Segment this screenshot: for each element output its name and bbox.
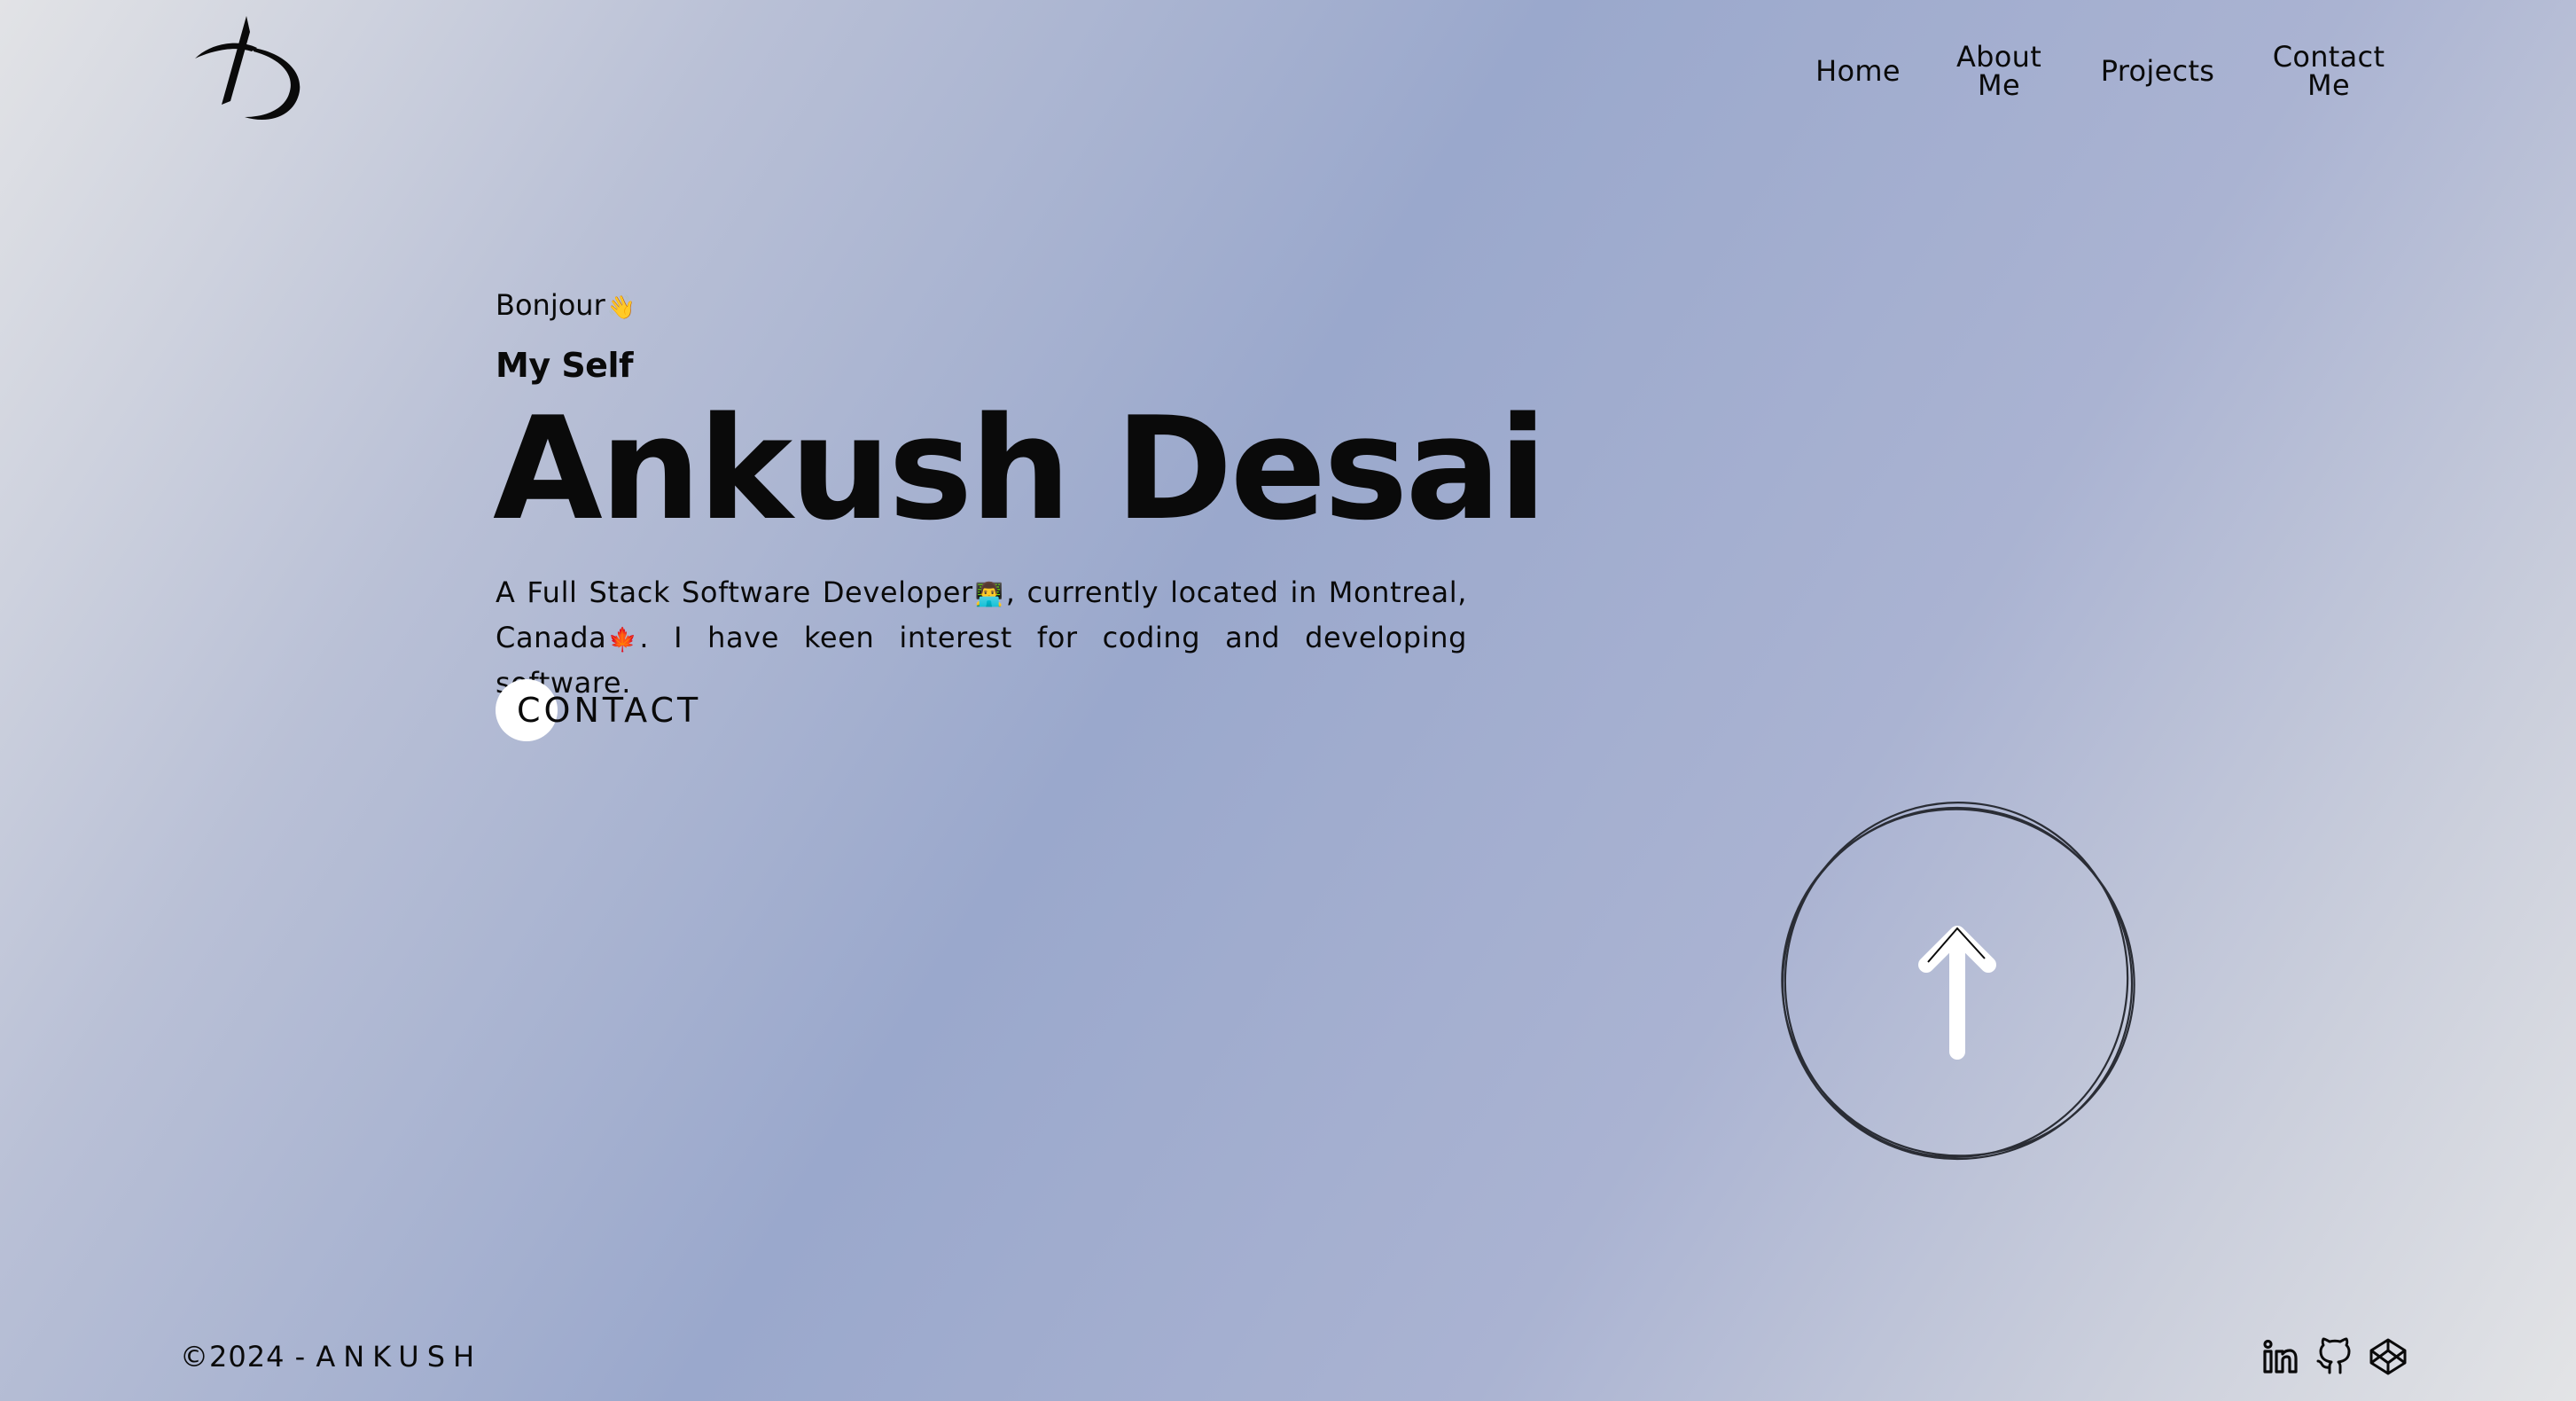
hero-subtitle: My Self [496,346,634,385]
nav-link-projects[interactable]: Projects [2097,57,2218,85]
developer-icon: 👨‍💻 [974,582,1004,608]
contact-button-label: CONTACT [517,691,702,730]
hero-name: Ankush Desai [493,386,1547,552]
arrow-up-icon [1918,926,1996,1060]
footer-brand: ANKUSH [316,1340,483,1374]
logo-icon[interactable] [177,12,307,124]
nav-link-contact-me[interactable]: Contact Me [2266,43,2392,99]
nav-link-about-me[interactable]: About Me [1947,43,2051,99]
github-icon[interactable] [2315,1337,2354,1376]
maple-leaf-icon: 🍁 [608,627,638,654]
nav-link-home[interactable]: Home [1815,57,1901,85]
contact-button[interactable]: CONTACT [496,679,701,741]
waving-hand-icon: 👋 [606,294,636,321]
greeting-label: Bonjour [496,288,605,322]
codepen-icon[interactable] [2369,1337,2408,1376]
footer-copyright: ©2024 - ANKUSH [180,1339,482,1374]
scroll-to-top-button[interactable] [1776,801,2139,1164]
bio-text-1: A Full Stack Software Developer [496,575,973,609]
copyright-text: ©2024 - [180,1340,316,1374]
linkedin-icon[interactable] [2260,1337,2299,1376]
greeting-text: Bonjour👋 [496,287,636,325]
